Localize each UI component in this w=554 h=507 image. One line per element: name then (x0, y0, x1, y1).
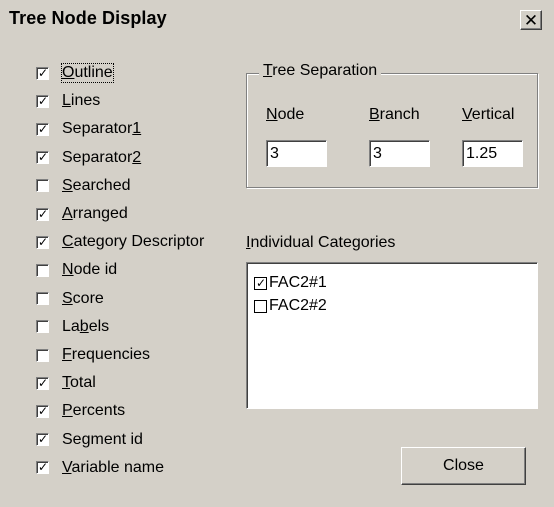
option-label: Separator2 (62, 148, 142, 166)
branch-input[interactable]: 3 (369, 140, 430, 167)
checkbox[interactable]: ✓ (36, 206, 49, 221)
option-label: Variable name (62, 458, 164, 476)
checkbox[interactable]: ✓ (36, 403, 49, 418)
option-label: Total (62, 374, 96, 392)
option-label: Category Descriptor (62, 233, 205, 251)
list-item[interactable]: FAC2#2 (254, 296, 327, 316)
option-label: Node id (62, 261, 118, 279)
checkbox[interactable] (36, 320, 49, 334)
checkbox[interactable] (36, 292, 49, 306)
option-label: Arranged (62, 205, 128, 222)
vertical-input[interactable]: 1.25 (462, 140, 523, 167)
list-item[interactable]: ✓ FAC2#1 (254, 273, 327, 293)
option-label: Segment id (62, 430, 143, 448)
dialog-title: Tree Node Display (9, 8, 167, 28)
checkmark-icon: ✓ (37, 460, 49, 475)
individual-categories-label: Individual Categories (246, 234, 396, 251)
close-button[interactable]: Close (401, 447, 526, 485)
option-row[interactable]: Searched (36, 175, 131, 197)
option-row[interactable]: ✓ Total (36, 372, 96, 394)
option-row[interactable]: Frequencies (36, 344, 150, 366)
option-row[interactable]: ✓ Category Descriptor (36, 231, 204, 253)
checkmark-icon: ✓ (37, 65, 49, 80)
checkbox[interactable]: ✓ (36, 121, 49, 136)
option-row[interactable]: ✓ Arranged (36, 203, 128, 225)
tree-node-display-dialog: Tree Node Display ✕ ✓ Outline ✓ Lines ✓ Separ… (0, 0, 554, 507)
option-label: Separator1 (62, 120, 142, 138)
checkmark-icon: ✓ (37, 375, 49, 390)
option-row[interactable]: ✓ Outline (36, 62, 114, 84)
checkmark-icon: ✓ (255, 275, 267, 290)
option-row[interactable]: ✓ Variable name (36, 457, 164, 479)
checkmark-icon: ✓ (37, 93, 49, 108)
node-input[interactable]: 3 (266, 140, 327, 167)
checkmark-icon: ✓ (37, 121, 49, 136)
option-label: Score (62, 289, 104, 307)
checkmark-icon: ✓ (37, 432, 49, 447)
checkmark-icon: ✓ (37, 206, 49, 221)
checkbox[interactable] (36, 348, 49, 362)
option-row[interactable]: ✓ Separator1 (36, 118, 141, 140)
option-label: Labels (62, 317, 110, 335)
category-checkbox[interactable]: ✓ (254, 275, 267, 290)
checkmark-icon: ✓ (37, 403, 49, 418)
title-bar: Tree Node Display ✕ (0, 0, 554, 37)
checkbox[interactable]: ✓ (36, 150, 49, 165)
option-label: Frequencies (62, 346, 151, 363)
option-row[interactable]: ✓ Lines (36, 90, 100, 112)
vertical-label: Vertical (462, 106, 515, 123)
checkbox[interactable]: ✓ (36, 93, 49, 108)
option-row[interactable]: Labels (36, 316, 109, 338)
option-label: Searched (62, 176, 131, 194)
checkbox[interactable]: ✓ (36, 375, 49, 390)
individual-categories-list[interactable]: ✓ FAC2#1 FAC2#2 (246, 262, 538, 409)
option-row[interactable]: ✓ Separator2 (36, 147, 141, 169)
option-label: Percents (62, 402, 126, 420)
option-label: Outline (61, 63, 114, 83)
option-row[interactable]: ✓ Segment id (36, 429, 143, 451)
branch-label: Branch (369, 106, 420, 123)
category-checkbox[interactable] (254, 299, 267, 313)
checkmark-icon: ✓ (37, 234, 49, 249)
close-icon[interactable]: ✕ (520, 10, 542, 30)
tree-separation-title: Tree Separation (259, 62, 382, 80)
tree-separation-group (246, 73, 538, 188)
option-label: Lines (62, 92, 101, 110)
checkbox[interactable] (36, 179, 49, 193)
category-label: FAC2#2 (269, 297, 327, 314)
checkbox[interactable] (36, 263, 49, 277)
checkbox[interactable]: ✓ (36, 460, 49, 475)
category-label: FAC2#1 (269, 274, 327, 291)
option-row[interactable]: Score (36, 288, 104, 310)
checkbox[interactable]: ✓ (36, 65, 49, 80)
node-label: Node (266, 106, 305, 123)
option-row[interactable]: ✓ Percents (36, 400, 125, 422)
checkmark-icon: ✓ (37, 150, 49, 165)
option-row[interactable]: Node id (36, 259, 117, 281)
checkbox[interactable]: ✓ (36, 432, 49, 447)
checkbox[interactable]: ✓ (36, 234, 49, 249)
